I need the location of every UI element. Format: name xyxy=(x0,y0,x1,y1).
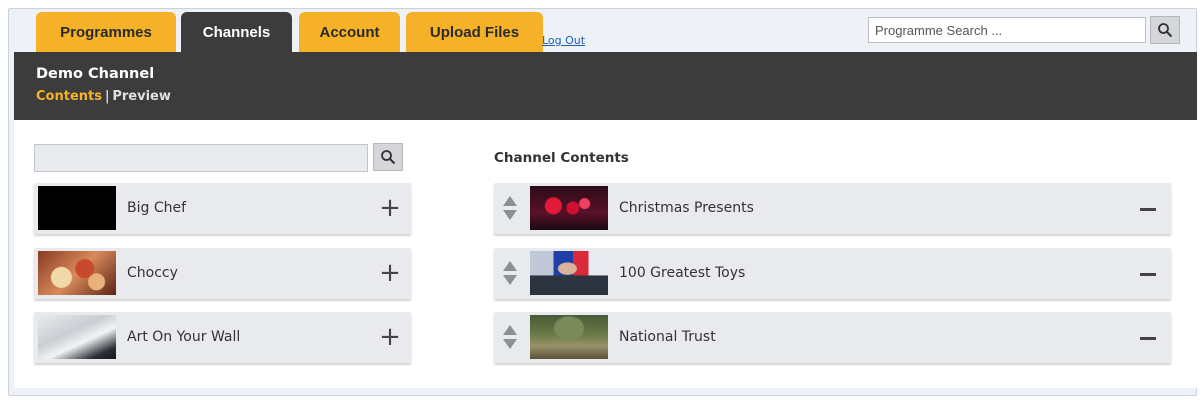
thumbnail xyxy=(530,186,608,230)
drag-handle-icon[interactable] xyxy=(502,260,518,286)
minus-icon[interactable] xyxy=(1137,194,1159,222)
search-icon xyxy=(381,150,396,165)
channel-title: Demo Channel xyxy=(36,66,155,82)
channel-item[interactable]: Christmas Presents xyxy=(494,183,1171,234)
library-item[interactable]: Big Chef + xyxy=(34,183,411,234)
item-title: Christmas Presents xyxy=(619,200,754,216)
tab-account[interactable]: Account xyxy=(299,12,400,52)
item-title: National Trust xyxy=(619,329,716,345)
tab-programmes[interactable]: Programmes xyxy=(36,12,176,52)
drag-handle-icon[interactable] xyxy=(502,324,518,350)
channel-subnav: Contents | Preview xyxy=(36,89,171,104)
content-panel: Channel Contents Big Chef + Choccy + Art… xyxy=(14,120,1197,388)
thumbnail xyxy=(530,315,608,359)
plus-icon[interactable]: + xyxy=(379,194,401,222)
thumbnail xyxy=(530,251,608,295)
thumbnail xyxy=(38,186,116,230)
item-title: Big Chef xyxy=(127,200,187,216)
programme-search-input[interactable] xyxy=(868,17,1146,43)
library-search-button[interactable] xyxy=(373,143,403,171)
item-title: Choccy xyxy=(127,265,178,281)
subnav-divider: | xyxy=(104,89,110,104)
minus-icon[interactable] xyxy=(1137,323,1159,351)
drag-handle-icon[interactable] xyxy=(502,195,518,221)
library-item[interactable]: Art On Your Wall + xyxy=(34,312,411,363)
channel-item[interactable]: 100 Greatest Toys xyxy=(494,248,1171,299)
thumbnail xyxy=(38,315,116,359)
subnav-contents[interactable]: Contents xyxy=(36,89,102,104)
plus-icon[interactable]: + xyxy=(379,323,401,351)
programme-search-button[interactable] xyxy=(1150,16,1180,44)
plus-icon[interactable]: + xyxy=(379,259,401,287)
library-item[interactable]: Choccy + xyxy=(34,248,411,299)
channel-contents-heading: Channel Contents xyxy=(494,150,629,166)
channel-item[interactable]: National Trust xyxy=(494,312,1171,363)
minus-icon[interactable] xyxy=(1137,259,1159,287)
search-icon xyxy=(1158,23,1173,38)
item-title: 100 Greatest Toys xyxy=(619,265,746,281)
item-title: Art On Your Wall xyxy=(127,329,241,345)
tab-upload-files[interactable]: Upload Files xyxy=(406,12,543,52)
subnav-preview[interactable]: Preview xyxy=(112,89,171,104)
tab-channels[interactable]: Channels xyxy=(181,12,292,52)
thumbnail xyxy=(38,251,116,295)
channel-header: Demo Channel Contents | Preview xyxy=(14,52,1197,120)
library-search-input[interactable] xyxy=(34,144,368,172)
logout-link[interactable]: Log Out xyxy=(542,34,585,47)
